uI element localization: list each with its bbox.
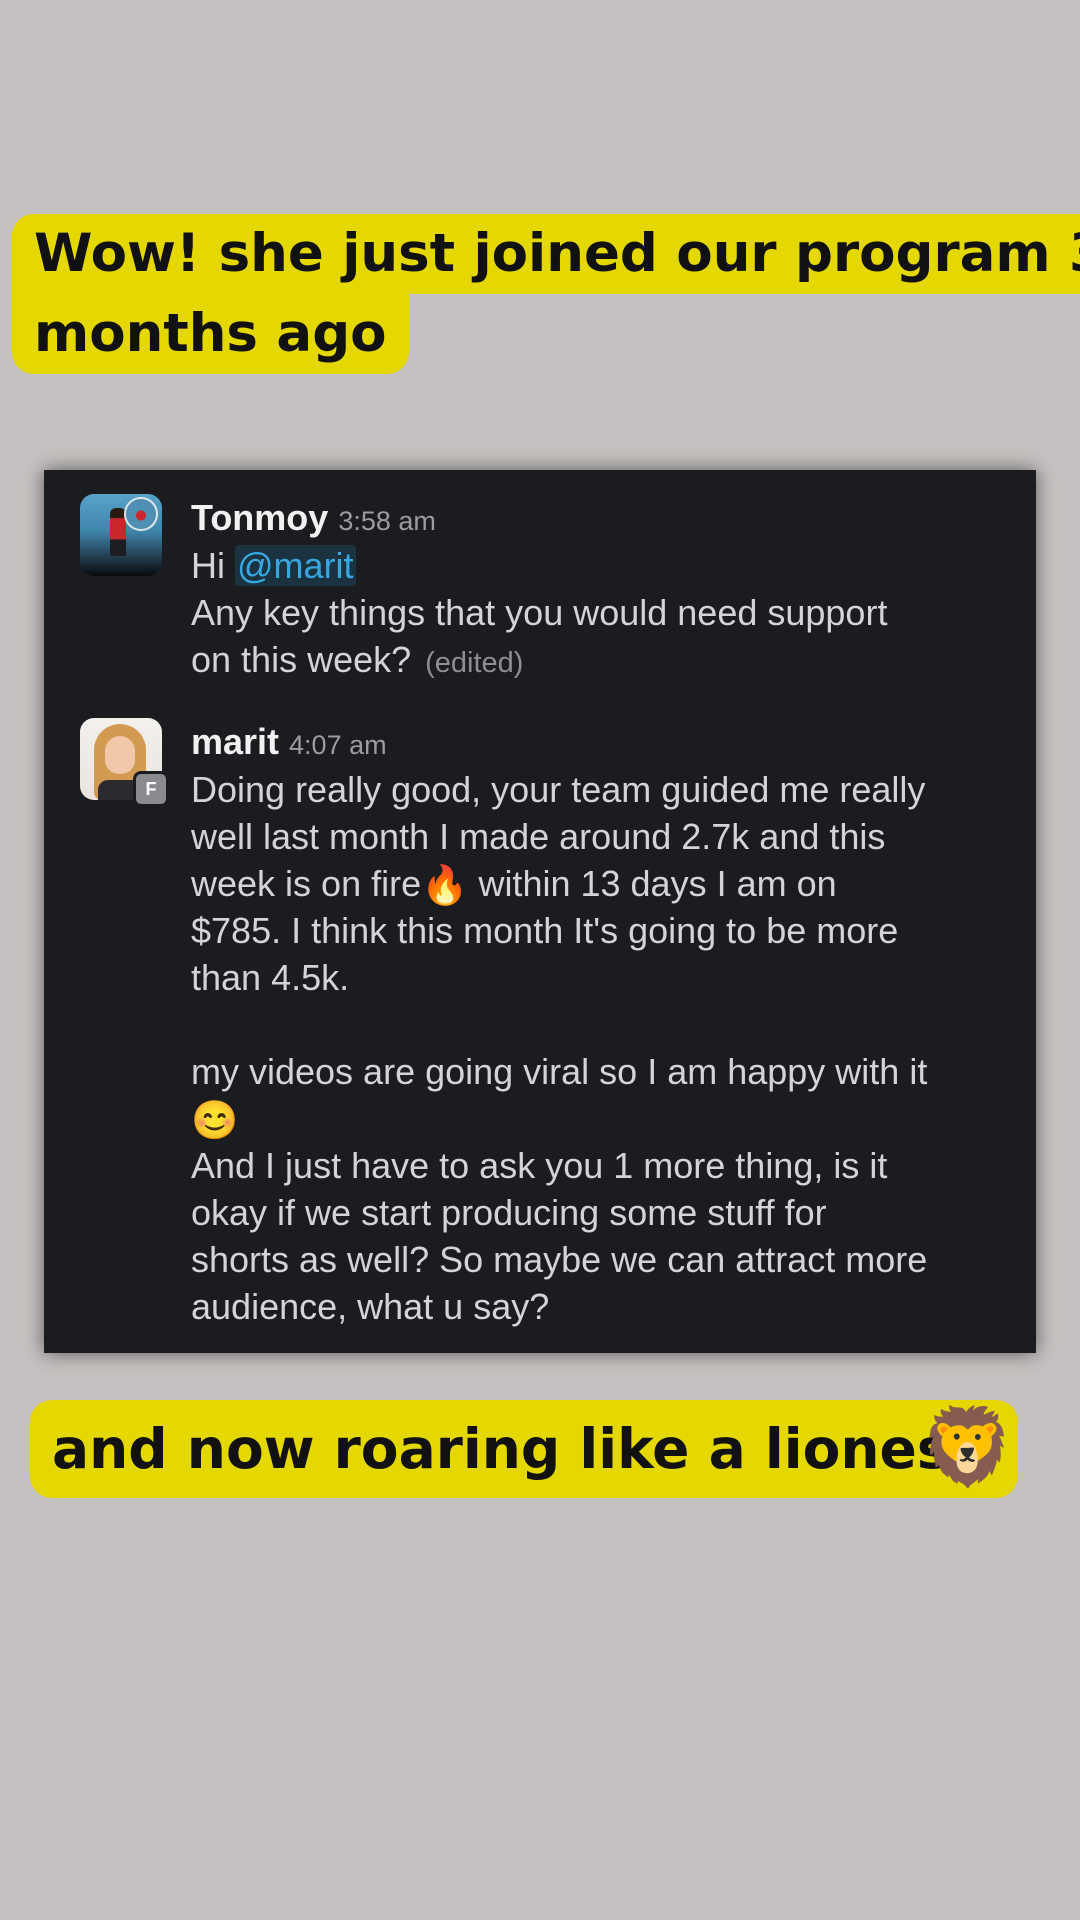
status-badge: F (133, 771, 169, 807)
chat-screenshot: Tonmoy 3:58 am Hi @marit Any key things t… (44, 470, 1036, 1353)
message-line: audience, what u say? (191, 1286, 550, 1327)
message-line: okay if we start producing some stuff fo… (191, 1192, 827, 1233)
message-line: Hi @marit (191, 542, 996, 589)
message-line: $785. I think this month It's going to b… (191, 910, 899, 951)
message-timestamp[interactable]: 4:07 am (289, 730, 387, 760)
message-text: week is on fire (191, 863, 422, 904)
smile-emoji-icon: 😊 (191, 1100, 239, 1142)
avatar-photo-inset (124, 497, 158, 531)
message-line: 😊 (191, 1095, 996, 1142)
top-caption: Wow! she just joined our program 3 month… (12, 214, 1080, 374)
message-content: marit 4:07 am Doing really good, your tea… (191, 718, 996, 1330)
edited-label: (edited) (425, 647, 524, 679)
bottom-caption: and now roaring like a lioness (30, 1400, 1019, 1498)
lion-icon: 🦁 (920, 1402, 1015, 1491)
fire-emoji-icon: 🔥 (421, 865, 469, 907)
top-caption-line-1: Wow! she just joined our program 3 (12, 214, 1080, 294)
message-line: Any key things that you would need suppo… (191, 592, 888, 633)
user-mention[interactable]: @marit (235, 545, 356, 586)
message-line: on this week? (edited) (191, 636, 996, 687)
message-header: Tonmoy 3:58 am (191, 494, 996, 542)
message-line: my videos are going viral so I am happy … (191, 1051, 928, 1092)
top-caption-line-2: months ago (12, 294, 409, 374)
message-content: Tonmoy 3:58 am Hi @marit Any key things t… (191, 494, 996, 687)
message-timestamp[interactable]: 3:58 am (338, 506, 436, 536)
message-line: week is on fire🔥 within 13 days I am on (191, 860, 996, 907)
message-text: on this week? (191, 639, 412, 680)
message-line: And I just have to ask you 1 more thing,… (191, 1145, 888, 1186)
message-line: shorts as well? So maybe we can attract … (191, 1239, 928, 1280)
message-line: than 4.5k. (191, 957, 350, 998)
message-line: Doing really good, your team guided me r… (191, 769, 926, 810)
avatar-tonmoy[interactable] (80, 494, 162, 576)
message-text: within 13 days I am on (468, 863, 837, 904)
message-line: well last month I made around 2.7k and t… (191, 816, 886, 857)
avatar-photo-face (105, 736, 135, 774)
message-header: marit 4:07 am (191, 718, 996, 766)
author-name[interactable]: Tonmoy (191, 497, 328, 538)
greeting-text: Hi (191, 545, 225, 586)
author-name[interactable]: marit (191, 721, 279, 762)
